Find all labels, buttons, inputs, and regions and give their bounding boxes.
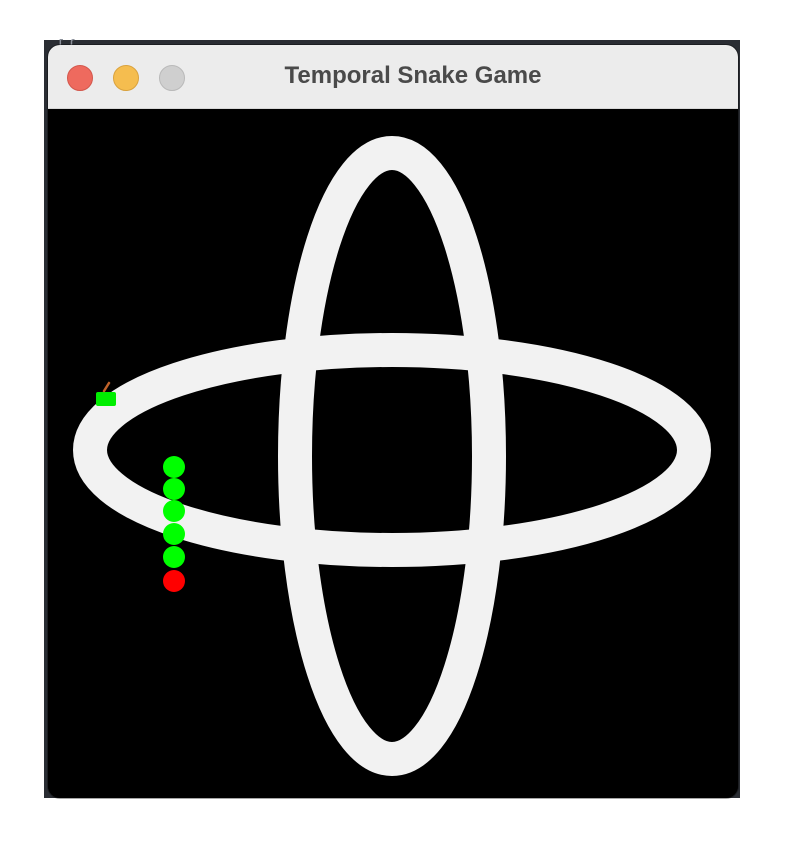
game-canvas[interactable] <box>48 109 738 798</box>
window-title: Temporal Snake Game <box>284 62 542 89</box>
food-body <box>96 392 116 406</box>
snake-body-segment <box>163 523 185 545</box>
snake-body-segment <box>163 546 185 568</box>
snake-head <box>163 570 185 592</box>
title-bar[interactable]: Temporal Snake Game <box>48 45 738 109</box>
game-window: Temporal Snake Game <box>48 45 738 798</box>
snake-body-segment <box>163 500 185 522</box>
snake-body-segment <box>163 478 185 500</box>
snake-body-segment <box>163 456 185 478</box>
